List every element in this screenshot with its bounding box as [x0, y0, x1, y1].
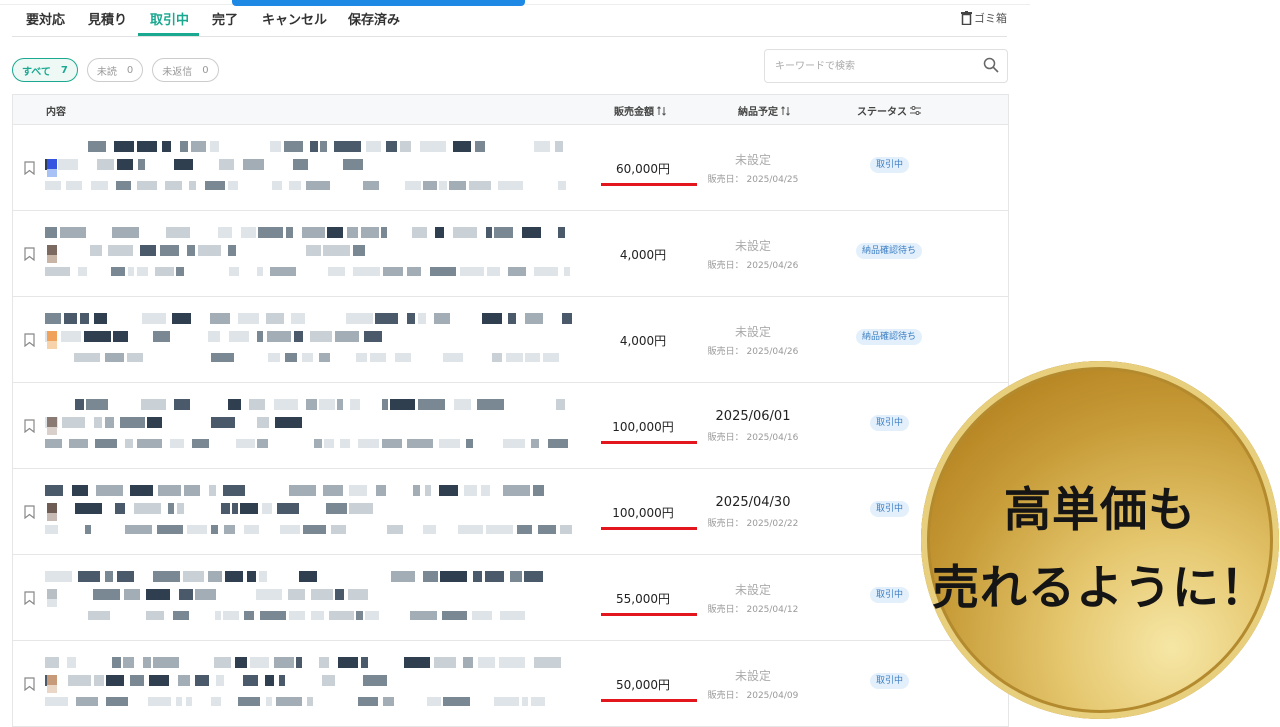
- bookmark-icon[interactable]: [24, 419, 35, 433]
- status-badge: 納品確認待ち: [856, 329, 923, 345]
- bookmark-icon[interactable]: [24, 161, 35, 175]
- bookmark-icon[interactable]: [24, 677, 35, 691]
- delivery-date: 未設定: [734, 325, 771, 339]
- status-badge: 取引中: [870, 587, 910, 603]
- search-box: [764, 49, 1008, 83]
- trash-button[interactable]: ゴミ箱: [961, 10, 1007, 26]
- delivery-date: 未設定: [734, 583, 771, 597]
- blurred-content[interactable]: [45, 137, 572, 201]
- tab-in-progress[interactable]: 取引中: [150, 9, 189, 28]
- filter-settings-icon: [910, 106, 921, 115]
- filter-count: 0: [202, 64, 209, 76]
- sort-icon: [657, 105, 666, 116]
- table-row[interactable]: 100,000円 2025/06/01 販売日： 2025/04/16 取引中: [13, 383, 1008, 469]
- table-row[interactable]: 60,000円 未設定販売日： 2025/04/25 取引中: [13, 125, 1008, 211]
- bookmark-icon[interactable]: [24, 247, 35, 261]
- trash-label: ゴミ箱: [974, 12, 1007, 25]
- blurred-content[interactable]: [45, 395, 572, 459]
- sale-amount: 50,000円: [616, 678, 670, 692]
- highlight-underline: [601, 613, 697, 616]
- delivery-date: 未設定: [734, 239, 771, 253]
- active-tab-indicator: [138, 33, 199, 36]
- sale-date: 販売日： 2025/04/26: [707, 347, 799, 357]
- sale-date: 販売日： 2025/04/25: [707, 175, 799, 185]
- delivery-date: 未設定: [734, 153, 771, 167]
- status-badge: 納品確認待ち: [856, 243, 923, 259]
- delivery-date: 2025/04/30: [715, 495, 791, 510]
- blurred-content[interactable]: [45, 653, 572, 717]
- sale-amount: 100,000円: [612, 506, 674, 520]
- tab-estimates[interactable]: 見積り: [88, 9, 127, 28]
- table-row[interactable]: 4,000円 未設定販売日： 2025/04/26 納品確認待ち: [13, 211, 1008, 297]
- sort-icon: [781, 105, 790, 116]
- header-delivery[interactable]: 納品予定: [738, 103, 790, 118]
- blurred-content[interactable]: [45, 481, 572, 545]
- search-icon[interactable]: [983, 57, 999, 73]
- table-row[interactable]: 55,000円 未設定販売日： 2025/04/12 取引中: [13, 555, 1008, 641]
- sale-amount: 55,000円: [616, 592, 670, 606]
- blurred-content[interactable]: [45, 567, 572, 631]
- delivery-date: 未設定: [734, 669, 771, 683]
- tab-bar: 要対応 見積り 取引中 完了 キャンセル 保存済み ゴミ箱: [12, 6, 1007, 37]
- promo-medal: 高単価も 売れるように！: [921, 361, 1279, 719]
- delivery-date: 2025/06/01: [715, 409, 791, 424]
- sale-date: 販売日： 2025/04/12: [707, 605, 799, 615]
- sale-amount: 100,000円: [612, 420, 674, 434]
- sale-date: 販売日： 2025/04/09: [707, 691, 799, 701]
- transactions-table: 内容 販売金額 納品予定 ステータス 60,000円 未設定 販売日： 2025/0…: [12, 94, 1009, 727]
- bookmark-icon[interactable]: [24, 333, 35, 347]
- tab-saved[interactable]: 保存済み: [348, 9, 400, 28]
- filter-all[interactable]: すべて 7: [12, 58, 78, 82]
- filter-label: 未読: [96, 66, 117, 78]
- tab-action-required[interactable]: 要対応: [26, 9, 65, 28]
- table-row[interactable]: 100,000円 2025/04/30 販売日： 2025/02/22 取引中: [13, 469, 1008, 555]
- bookmark-icon[interactable]: [24, 591, 35, 605]
- tab-completed[interactable]: 完了: [212, 9, 238, 28]
- status-badge: 取引中: [870, 501, 910, 517]
- trash-icon: [961, 11, 972, 25]
- status-badge: 取引中: [870, 415, 910, 431]
- highlight-underline: [601, 441, 697, 444]
- status-badge: 取引中: [870, 673, 910, 689]
- promo-line-1: 高単価も: [1004, 483, 1196, 538]
- sale-date: 販売日： 2025/04/16: [707, 433, 799, 443]
- filter-label: すべて: [22, 66, 51, 78]
- blurred-content[interactable]: [45, 309, 572, 373]
- filter-unreplied[interactable]: 未返信 0: [152, 58, 219, 82]
- search-input[interactable]: [773, 50, 977, 82]
- sale-amount: 4,000円: [619, 248, 667, 262]
- blurred-content[interactable]: [45, 223, 572, 287]
- highlight-underline: [601, 527, 697, 530]
- table-row[interactable]: 50,000円 未設定販売日： 2025/04/09 取引中: [13, 641, 1008, 727]
- status-badge: 取引中: [870, 157, 910, 173]
- filter-label: 未返信: [162, 66, 193, 78]
- bookmark-icon[interactable]: [24, 505, 35, 519]
- sale-amount: 4,000円: [619, 334, 667, 348]
- filter-count: 7: [60, 64, 68, 76]
- filter-unread[interactable]: 未読 0: [86, 58, 144, 82]
- promo-line-2: 売れるように！: [932, 561, 1268, 616]
- highlight-underline: [601, 183, 697, 186]
- filter-count: 0: [126, 64, 134, 76]
- tab-cancelled[interactable]: キャンセル: [262, 9, 327, 28]
- sale-amount: 60,000円: [616, 162, 670, 176]
- highlight-underline: [601, 699, 697, 702]
- filter-chips: すべて 7 未読 0 未返信 0: [12, 58, 219, 82]
- table-body: 60,000円 未設定 販売日： 2025/04/25 取引中 4,000円 未設定 販売日…: [13, 125, 1008, 727]
- table-header: 内容 販売金額 納品予定 ステータス: [13, 95, 1008, 125]
- table-row[interactable]: 4,000円 未設定販売日： 2025/04/26 納品確認待ち: [13, 297, 1008, 383]
- sale-date: 販売日： 2025/04/26: [707, 261, 799, 271]
- header-content: 内容: [46, 107, 66, 118]
- header-status[interactable]: ステータス: [857, 103, 921, 118]
- header-amount[interactable]: 販売金額: [614, 103, 666, 118]
- sale-date: 販売日： 2025/02/22: [707, 519, 799, 529]
